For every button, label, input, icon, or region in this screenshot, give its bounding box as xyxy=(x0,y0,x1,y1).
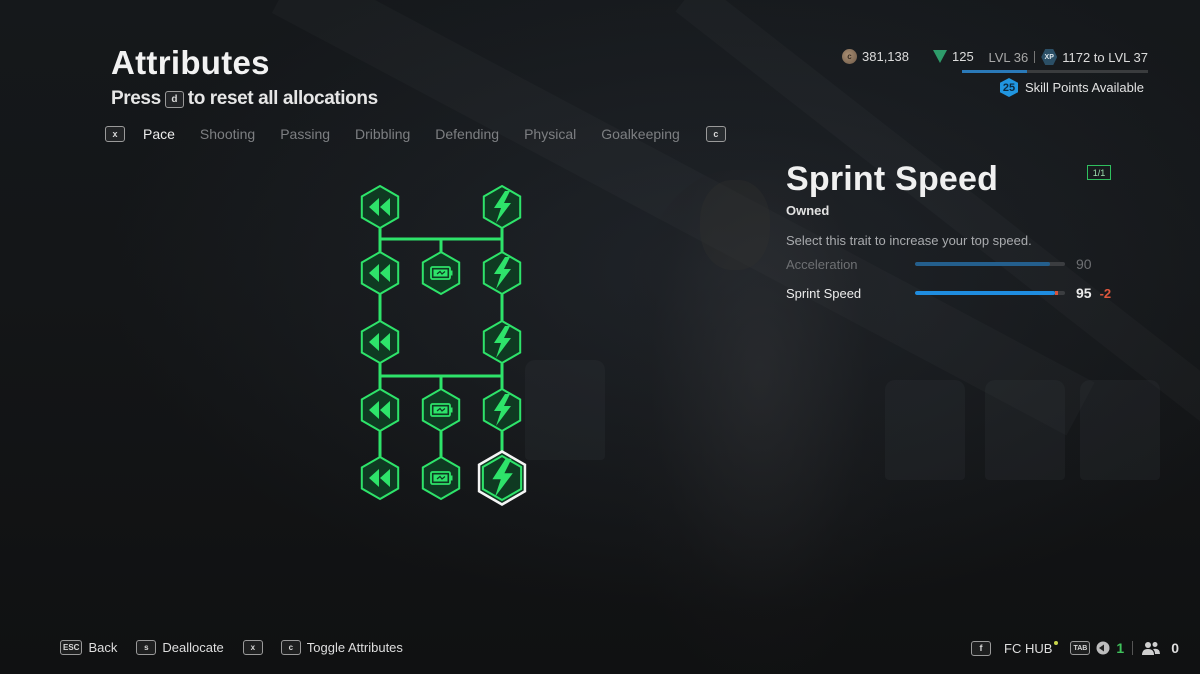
skill-points-badge: 25 xyxy=(1000,78,1018,97)
stat-label: Sprint Speed xyxy=(786,285,862,301)
skill-node-l5[interactable] xyxy=(360,455,400,501)
skill-node-r4[interactable] xyxy=(482,387,522,433)
coins-display: c 381,138 125 xyxy=(842,49,974,64)
background-shirt xyxy=(1080,380,1160,480)
back-label: Back xyxy=(88,640,118,655)
toggle-attributes-button[interactable]: x c Toggle Attributes xyxy=(242,640,403,655)
esc-key-icon: ESC xyxy=(60,640,83,655)
points-value: 125 xyxy=(952,49,974,64)
currency-bar: c 381,138 125 LVL 36 XP 1172 to LVL 37 2… xyxy=(842,48,1148,98)
player-head xyxy=(700,180,770,270)
skill-node-l2[interactable] xyxy=(360,250,400,296)
skill-points: 25 Skill Points Available xyxy=(1000,78,1144,97)
skill-node-m2[interactable] xyxy=(421,250,461,296)
background-shirt xyxy=(985,380,1065,480)
stat-label: Acceleration xyxy=(786,256,858,272)
notification-dot xyxy=(1054,641,1059,645)
skill-points-label: Skill Points Available xyxy=(1025,80,1144,95)
footer-status: f FC HUB TAB 1 0 xyxy=(971,640,1179,656)
attribute-tabs: x Pace Shooting Passing Dribbling Defend… xyxy=(105,126,744,142)
next-tab-key-icon[interactable]: c xyxy=(705,126,726,142)
stat-row-sprint-speed: Sprint Speed 95 -2 xyxy=(786,281,1116,305)
prev-tab-key-icon[interactable]: x xyxy=(105,126,125,142)
skill-node-l4[interactable] xyxy=(360,387,400,433)
stat-value: 95 xyxy=(1076,285,1092,301)
level-value: LVL 36 xyxy=(988,49,1029,65)
trait-rank-badge: 1/1 xyxy=(1087,165,1111,180)
xp-progress-bar xyxy=(962,70,1148,73)
reset-hint: Press d to reset all allocations xyxy=(111,88,378,110)
xp-progress-fill xyxy=(962,70,1028,73)
deallocate-label: Deallocate xyxy=(162,640,224,655)
stat-bar xyxy=(915,262,1065,266)
reset-key-icon[interactable]: d xyxy=(164,90,184,108)
tab-passing[interactable]: Passing xyxy=(280,126,330,142)
skill-node-r1[interactable] xyxy=(482,184,522,230)
skill-node-m5[interactable] xyxy=(421,455,461,501)
notifications-icon[interactable] xyxy=(1096,641,1110,655)
stat-bar-fill xyxy=(915,262,1050,266)
tab-dribbling[interactable]: Dribbling xyxy=(355,126,410,142)
coins-value: 381,138 xyxy=(862,49,909,64)
s-key-icon: s xyxy=(136,640,157,655)
tab-physical[interactable]: Physical xyxy=(524,126,576,142)
stat-bar xyxy=(915,291,1065,295)
skill-node-l1[interactable] xyxy=(360,184,400,230)
level-display: LVL 36 XP 1172 to LVL 37 xyxy=(988,49,1148,65)
reset-hint-prefix: Press xyxy=(111,88,161,109)
skill-node-l3[interactable] xyxy=(360,319,400,365)
f-key-icon: f xyxy=(971,640,992,656)
c-key-icon: c xyxy=(280,640,301,655)
deallocate-button[interactable]: s Deallocate xyxy=(136,640,224,655)
toggle-attributes-label: Toggle Attributes xyxy=(306,640,403,655)
tab-shooting[interactable]: Shooting xyxy=(200,126,255,142)
divider xyxy=(1132,641,1134,655)
trait-status: Owned xyxy=(786,203,830,218)
stat-bar-penalty xyxy=(1054,291,1058,295)
stat-delta: -2 xyxy=(1099,285,1112,301)
notifications-count: 1 xyxy=(1116,640,1125,656)
trait-detail-panel: Sprint Speed 1/1 Owned Select this trait… xyxy=(786,160,1116,305)
back-button[interactable]: ESC Back xyxy=(60,640,117,655)
trait-description: Select this trait to increase your top s… xyxy=(786,233,1032,248)
stat-row-acceleration: Acceleration 90 xyxy=(786,252,1116,276)
footer-controls: ESC Back s Deallocate x c Toggle Attribu… xyxy=(60,640,422,655)
skill-node-r2[interactable] xyxy=(482,250,522,296)
reset-hint-suffix: to reset all allocations xyxy=(187,88,378,109)
x-key-icon: x xyxy=(242,640,263,655)
tab-goalkeeping[interactable]: Goalkeeping xyxy=(601,126,680,142)
trait-title: Sprint Speed xyxy=(786,160,999,198)
divider xyxy=(1034,51,1036,63)
page-title: Attributes xyxy=(111,44,270,81)
friends-icon[interactable] xyxy=(1141,641,1161,655)
xp-icon: XP xyxy=(1041,49,1058,65)
coin-icon: c xyxy=(842,49,857,64)
stat-bar-fill xyxy=(915,291,1055,295)
friends-count: 0 xyxy=(1171,640,1179,656)
skill-node-r3[interactable] xyxy=(482,319,522,365)
tab-defending[interactable]: Defending xyxy=(435,126,499,142)
background-shirt xyxy=(525,360,605,460)
skill-node-m4[interactable] xyxy=(421,387,461,433)
xp-to-next: 1172 to LVL 37 xyxy=(1062,49,1148,65)
fc-hub-button[interactable]: FC HUB xyxy=(1004,641,1052,656)
points-icon xyxy=(933,50,947,63)
stat-value: 90 xyxy=(1076,256,1092,272)
tab-key-icon: TAB xyxy=(1070,641,1091,655)
tab-pace[interactable]: Pace xyxy=(143,126,175,142)
